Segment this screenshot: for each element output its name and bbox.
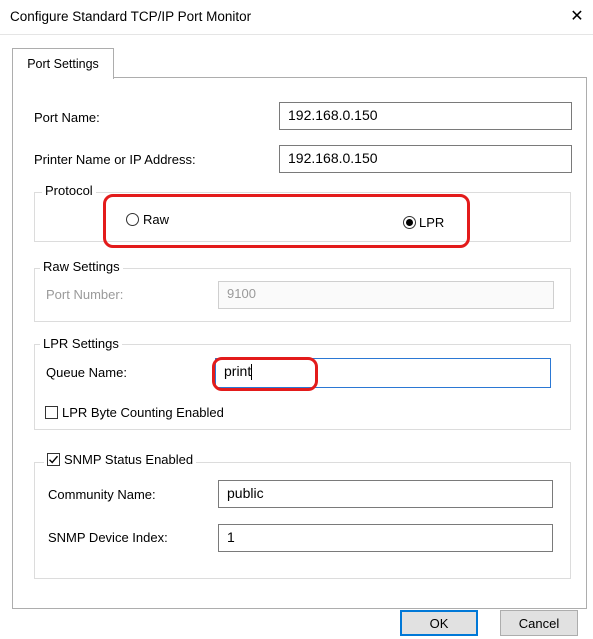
- device-index-label: SNMP Device Index:: [48, 530, 168, 545]
- port-number-label: Port Number:: [46, 287, 124, 302]
- radio-raw[interactable]: Raw: [126, 212, 169, 227]
- port-number-input: 9100: [218, 281, 554, 309]
- title-bar: Configure Standard TCP/IP Port Monitor ✕: [0, 0, 593, 35]
- queue-name-highlight-annotation: [212, 357, 318, 391]
- raw-settings-legend: Raw Settings: [40, 259, 123, 274]
- radio-lpr-label: LPR: [419, 215, 445, 230]
- community-name-label: Community Name:: [48, 487, 156, 502]
- lpr-byte-counting[interactable]: LPR Byte Counting Enabled: [45, 405, 224, 420]
- ok-button[interactable]: OK: [400, 610, 478, 636]
- lpr-byte-counting-label: LPR Byte Counting Enabled: [62, 405, 224, 420]
- community-name-input[interactable]: public: [218, 480, 553, 508]
- close-button[interactable]: ✕: [565, 4, 589, 28]
- radio-raw-label: Raw: [143, 212, 170, 227]
- protocol-legend: Protocol: [42, 183, 96, 198]
- snmp-status-label: SNMP Status Enabled: [64, 452, 194, 467]
- printer-address-input[interactable]: 192.168.0.150: [279, 145, 572, 173]
- lpr-settings-legend: LPR Settings: [40, 336, 122, 351]
- window-title: Configure Standard TCP/IP Port Monitor: [10, 9, 252, 24]
- port-name-label: Port Name:: [34, 110, 100, 125]
- snmp-status-toggle[interactable]: SNMP Status Enabled: [44, 452, 197, 467]
- queue-name-label: Queue Name:: [46, 365, 127, 380]
- radio-raw-icon[interactable]: [126, 213, 139, 226]
- tab-port-settings[interactable]: Port Settings: [12, 48, 114, 79]
- device-index-input[interactable]: 1: [218, 524, 553, 552]
- radio-lpr[interactable]: LPR: [403, 215, 444, 230]
- snmp-status-checkbox[interactable]: [47, 453, 60, 466]
- cancel-button[interactable]: Cancel: [500, 610, 578, 636]
- radio-lpr-icon[interactable]: [403, 216, 416, 229]
- port-name-input[interactable]: 192.168.0.150: [279, 102, 572, 130]
- check-icon: [49, 455, 59, 464]
- printer-address-label: Printer Name or IP Address:: [34, 152, 196, 167]
- close-icon: ✕: [570, 8, 584, 25]
- lpr-byte-counting-checkbox[interactable]: [45, 406, 58, 419]
